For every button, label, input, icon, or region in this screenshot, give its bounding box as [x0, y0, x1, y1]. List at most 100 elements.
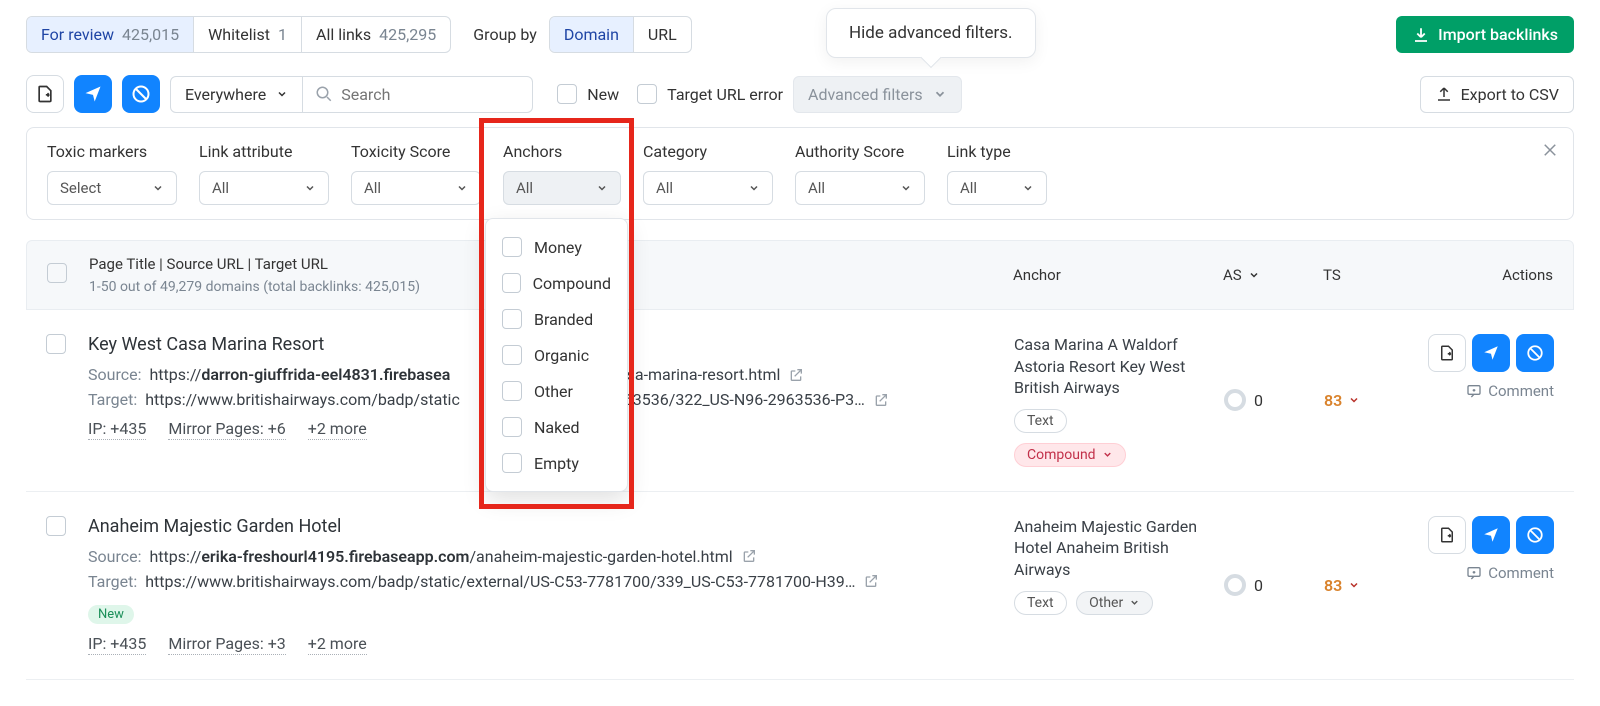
filter-label-authority-score: Authority Score	[795, 142, 925, 161]
close-filters-button[interactable]	[1541, 140, 1559, 164]
disavow-file-button[interactable]	[26, 75, 64, 113]
tab-whitelist-count: 1	[278, 25, 287, 44]
checkbox-icon	[502, 237, 522, 257]
anchor-option-money[interactable]: Money	[486, 229, 627, 265]
anchor-option-organic[interactable]: Organic	[486, 337, 627, 373]
tab-all-links[interactable]: All links 425,295	[301, 17, 450, 52]
filter-link-attribute[interactable]: All	[199, 171, 329, 205]
filter-label-link-type: Link type	[947, 142, 1047, 161]
source-url[interactable]: https://erika-freshourl4195.firebaseapp.…	[149, 547, 732, 566]
anchor-text: Anaheim Majestic Garden Hotel Anaheim Br…	[1014, 516, 1204, 581]
search-icon	[315, 85, 333, 103]
more-link[interactable]: +2 more	[308, 634, 367, 655]
row-block-button[interactable]	[1516, 516, 1554, 554]
comment-button[interactable]: Comment	[1466, 382, 1554, 400]
row-disavow-button[interactable]	[1428, 334, 1466, 372]
anchor-tag-other[interactable]: Other	[1076, 591, 1153, 615]
checkbox-icon	[502, 309, 522, 329]
filter-authority-score[interactable]: All	[795, 171, 925, 205]
block-icon	[1526, 344, 1544, 362]
ts-cell[interactable]: 83	[1324, 516, 1394, 655]
anchor-text: Casa Marina A Waldorf Astoria Resort Key…	[1014, 334, 1204, 399]
import-backlinks-button[interactable]: Import backlinks	[1396, 16, 1574, 53]
filter-link-type[interactable]: All	[947, 171, 1047, 205]
new-checkbox[interactable]: New	[557, 84, 619, 104]
as-value: 0	[1254, 576, 1263, 595]
checkbox-icon	[502, 273, 521, 293]
scope-dropdown-label: Everywhere	[185, 85, 266, 104]
checkbox-icon	[502, 417, 522, 437]
anchor-option-branded[interactable]: Branded	[486, 301, 627, 337]
anchor-option-empty[interactable]: Empty	[486, 445, 627, 481]
scope-dropdown[interactable]: Everywhere	[170, 76, 303, 113]
paper-plane-icon	[1482, 344, 1500, 362]
paper-plane-icon	[1482, 526, 1500, 544]
export-csv-button[interactable]: Export to CSV	[1420, 76, 1574, 113]
anchor-option-naked[interactable]: Naked	[486, 409, 627, 445]
row-block-button[interactable]	[1516, 334, 1554, 372]
anchor-option-other[interactable]: Other	[486, 373, 627, 409]
new-checkbox-label: New	[587, 85, 619, 104]
search-input[interactable]	[341, 85, 520, 104]
source-url[interactable]: https://darron-giuffrida-eel4831.firebas…	[149, 365, 450, 384]
target-url-error-checkbox[interactable]: Target URL error	[637, 84, 783, 104]
row-disavow-button[interactable]	[1428, 516, 1466, 554]
filter-category[interactable]: All	[643, 171, 773, 205]
close-icon	[1541, 141, 1559, 159]
chevron-down-icon	[900, 182, 912, 194]
group-by-label: Group by	[459, 25, 541, 44]
col-header-as[interactable]: AS	[1223, 266, 1303, 284]
tab-for-review-count: 425,015	[122, 25, 179, 44]
send-button[interactable]	[74, 75, 112, 113]
tab-for-review[interactable]: For review 425,015	[27, 17, 193, 52]
target-url-error-label: Target URL error	[667, 85, 783, 104]
target-url[interactable]: https://www.britishairways.com/badp/stat…	[145, 390, 460, 409]
checkbox-icon	[502, 381, 522, 401]
file-export-icon	[35, 84, 55, 104]
action-row: Everywhere New Target URL error Advanced…	[26, 71, 1574, 127]
search-field[interactable]	[303, 76, 533, 113]
comment-button[interactable]: Comment	[1466, 564, 1554, 582]
block-icon	[131, 84, 151, 104]
ts-cell[interactable]: 83	[1324, 334, 1394, 467]
select-all-checkbox[interactable]	[47, 263, 67, 283]
import-backlinks-label: Import backlinks	[1438, 25, 1558, 44]
tab-whitelist[interactable]: Whitelist 1	[193, 17, 301, 52]
mirror-pages-link[interactable]: Mirror Pages: +6	[168, 419, 285, 440]
ip-link[interactable]: IP: +435	[88, 634, 146, 655]
anchor-option-compound[interactable]: Compound	[486, 265, 627, 301]
target-label: Target:	[88, 572, 137, 591]
filter-anchors[interactable]: All	[503, 171, 621, 205]
block-button[interactable]	[122, 75, 160, 113]
external-link-icon[interactable]	[873, 392, 889, 408]
advanced-filters-toggle[interactable]: Advanced filters	[793, 76, 962, 113]
row-checkbox[interactable]	[46, 334, 66, 354]
more-link[interactable]: +2 more	[308, 419, 367, 440]
authority-score-donut-icon	[1224, 574, 1246, 596]
file-export-icon	[1438, 344, 1456, 362]
filter-toxicity-score[interactable]: All	[351, 171, 481, 205]
group-by-url[interactable]: URL	[633, 17, 691, 52]
checkbox-icon	[637, 84, 657, 104]
target-url[interactable]: https://www.britishairways.com/badp/stat…	[145, 572, 855, 591]
mirror-pages-link[interactable]: Mirror Pages: +3	[168, 634, 285, 655]
external-link-icon[interactable]	[741, 548, 757, 564]
advanced-filters-bar: Toxic markers Select Link attribute All …	[26, 127, 1574, 220]
row-checkbox[interactable]	[46, 516, 66, 536]
anchor-tag-compound[interactable]: Compound	[1014, 443, 1126, 467]
group-by-domain[interactable]: Domain	[550, 17, 633, 52]
checkbox-icon	[502, 453, 522, 473]
ip-link[interactable]: IP: +435	[88, 419, 146, 440]
external-link-icon[interactable]	[863, 573, 879, 589]
chevron-down-icon	[1248, 269, 1260, 281]
col-header-anchor: Anchor	[1013, 266, 1203, 284]
table-row: Key West Casa Marina Resort Source: http…	[26, 310, 1574, 492]
new-badge: New	[88, 605, 134, 624]
filter-label-toxicity-score: Toxicity Score	[351, 142, 481, 161]
chevron-down-icon	[152, 182, 164, 194]
row-send-button[interactable]	[1472, 516, 1510, 554]
row-send-button[interactable]	[1472, 334, 1510, 372]
file-export-icon	[1438, 526, 1456, 544]
filter-toxic-markers[interactable]: Select	[47, 171, 177, 205]
external-link-icon[interactable]	[788, 367, 804, 383]
